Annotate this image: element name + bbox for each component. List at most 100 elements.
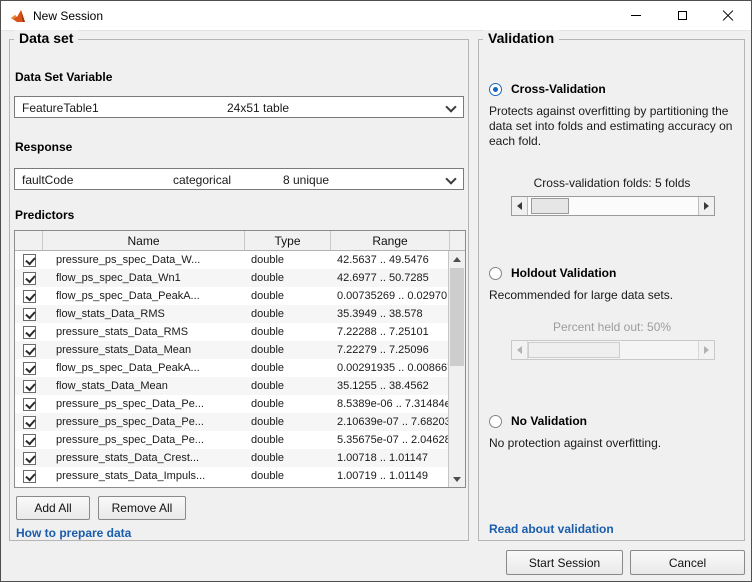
table-row[interactable]: flow_ps_spec_Data_Wn1 double 42.6977 .. … xyxy=(15,269,450,287)
predictor-name: pressure_stats_Data_Crest... xyxy=(43,452,245,464)
predictor-type: double xyxy=(245,326,331,338)
predictor-name: flow_ps_spec_Data_Wn1 xyxy=(43,272,245,284)
scroll-down-button[interactable] xyxy=(449,471,465,487)
table-row[interactable]: pressure_stats_Data_RMS double 7.22288 .… xyxy=(15,323,450,341)
holdout-validation-label: Holdout Validation xyxy=(511,266,616,280)
maximize-button[interactable] xyxy=(659,1,705,30)
table-row[interactable]: pressure_stats_Data_Crest... double 1.00… xyxy=(15,449,450,467)
table-row[interactable]: pressure_stats_Data_Impuls... double 1.0… xyxy=(15,467,450,485)
table-scrollbar[interactable] xyxy=(448,251,465,487)
slider-right-arrow-button[interactable] xyxy=(698,197,714,215)
predictor-range: 1.00718 .. 1.01147 xyxy=(331,452,450,464)
dataset-panel: Data set Data Set Variable FeatureTable1… xyxy=(9,39,469,541)
predictor-type: double xyxy=(245,398,331,410)
table-row[interactable]: flow_ps_spec_Data_PeakA... double 0.0073… xyxy=(15,287,450,305)
predictor-name: pressure_ps_spec_Data_Pe... xyxy=(43,398,245,410)
response-label: Response xyxy=(15,140,72,154)
matlab-icon xyxy=(10,8,26,24)
predictor-name: flow_stats_Data_Mean xyxy=(43,380,245,392)
table-row[interactable]: flow_ps_spec_Data_PeakA... double 0.0029… xyxy=(15,359,450,377)
how-to-prepare-data-link[interactable]: How to prepare data xyxy=(16,526,131,540)
arrow-up-icon xyxy=(453,257,461,262)
new-session-dialog: New Session Data set Data Set Variable F… xyxy=(0,0,752,582)
column-header-name[interactable]: Name xyxy=(43,231,245,250)
predictor-type: double xyxy=(245,254,331,266)
predictor-name: pressure_ps_spec_Data_W... xyxy=(43,254,245,266)
table-row[interactable]: flow_stats_Data_RMS double 35.3949 .. 38… xyxy=(15,305,450,323)
cross-validation-radio[interactable]: Cross-Validation xyxy=(489,82,606,96)
titlebar: New Session xyxy=(1,1,751,31)
slider-left-arrow-button[interactable] xyxy=(512,197,528,215)
table-row[interactable]: pressure_stats_Data_Mean double 7.22279 … xyxy=(15,341,450,359)
predictor-checkbox[interactable] xyxy=(23,398,36,411)
predictor-checkbox[interactable] xyxy=(23,416,36,429)
remove-all-button[interactable]: Remove All xyxy=(98,496,186,520)
no-validation-radio[interactable]: No Validation xyxy=(489,414,587,428)
predictors-table: Name Type Range pressure_ps_spec_Data_W.… xyxy=(14,230,466,488)
arrow-right-icon xyxy=(704,202,709,210)
predictor-checkbox[interactable] xyxy=(23,434,36,447)
table-row[interactable]: pressure_ps_spec_Data_W... double 42.563… xyxy=(15,251,450,269)
predictor-range: 0.00735269 .. 0.0297018 xyxy=(331,290,450,302)
response-dropdown[interactable]: faultCode categorical 8 unique xyxy=(14,168,464,190)
folds-slider-thumb[interactable] xyxy=(531,198,569,214)
predictor-name: flow_stats_Data_RMS xyxy=(43,308,245,320)
predictor-checkbox[interactable] xyxy=(23,308,36,321)
chevron-down-icon xyxy=(446,103,455,112)
data-set-variable-value: FeatureTable1 xyxy=(22,101,99,115)
predictor-checkbox[interactable] xyxy=(23,254,36,267)
column-header-type[interactable]: Type xyxy=(245,231,331,250)
response-type: categorical xyxy=(173,173,231,187)
predictor-range: 42.5637 .. 49.5476 xyxy=(331,254,450,266)
scroll-up-button[interactable] xyxy=(449,251,465,267)
slider-right-arrow-button xyxy=(698,341,714,359)
minimize-button[interactable] xyxy=(613,1,659,30)
table-header: Name Type Range xyxy=(15,231,465,251)
close-icon xyxy=(722,10,734,22)
predictor-checkbox[interactable] xyxy=(23,272,36,285)
predictor-checkbox[interactable] xyxy=(23,470,36,483)
predictor-type: double xyxy=(245,452,331,464)
predictor-checkbox[interactable] xyxy=(23,380,36,393)
predictor-type: double xyxy=(245,434,331,446)
predictor-checkbox[interactable] xyxy=(23,290,36,303)
holdout-validation-description: Recommended for large data sets. xyxy=(489,288,739,303)
response-info: 8 unique xyxy=(283,173,329,187)
window-title: New Session xyxy=(33,9,103,23)
percent-slider xyxy=(511,340,715,360)
cancel-button[interactable]: Cancel xyxy=(630,550,745,575)
radio-unselected-icon xyxy=(489,267,502,280)
data-set-variable-dropdown[interactable]: FeatureTable1 24x51 table xyxy=(14,96,464,118)
table-row[interactable]: flow_stats_Data_Mean double 35.1255 .. 3… xyxy=(15,377,450,395)
predictor-type: double xyxy=(245,344,331,356)
add-all-button[interactable]: Add All xyxy=(16,496,90,520)
predictor-range: 42.6977 .. 50.7285 xyxy=(331,272,450,284)
column-header-checkbox[interactable] xyxy=(15,231,43,250)
predictor-range: 35.3949 .. 38.578 xyxy=(331,308,450,320)
table-row[interactable]: pressure_ps_spec_Data_Pe... double 2.106… xyxy=(15,413,450,431)
read-about-validation-link[interactable]: Read about validation xyxy=(489,522,614,536)
folds-slider[interactable] xyxy=(511,196,715,216)
predictor-name: pressure_stats_Data_Impuls... xyxy=(43,470,245,482)
predictor-checkbox[interactable] xyxy=(23,452,36,465)
predictor-checkbox[interactable] xyxy=(23,344,36,357)
minimize-icon xyxy=(631,15,641,16)
predictor-range: 2.10639e-07 .. 7.68203e-07 xyxy=(331,416,450,428)
holdout-validation-radio[interactable]: Holdout Validation xyxy=(489,266,616,280)
dataset-panel-title: Data set xyxy=(14,30,78,46)
predictor-name: flow_ps_spec_Data_PeakA... xyxy=(43,362,245,374)
start-session-button[interactable]: Start Session xyxy=(506,550,623,575)
predictors-label: Predictors xyxy=(15,208,74,222)
validation-panel: Validation Cross-Validation Protects aga… xyxy=(478,39,745,541)
scrollbar-thumb[interactable] xyxy=(450,268,464,366)
table-row[interactable]: pressure_ps_spec_Data_Pe... double 5.356… xyxy=(15,431,450,449)
predictor-checkbox[interactable] xyxy=(23,362,36,375)
predictor-name: pressure_stats_Data_RMS xyxy=(43,326,245,338)
table-row[interactable]: pressure_ps_spec_Data_Pe... double 8.538… xyxy=(15,395,450,413)
response-value: faultCode xyxy=(22,173,73,187)
predictor-checkbox[interactable] xyxy=(23,326,36,339)
column-header-range[interactable]: Range xyxy=(331,231,450,250)
table-body: pressure_ps_spec_Data_W... double 42.563… xyxy=(15,251,450,487)
predictor-range: 0.00291935 .. 0.00866796 xyxy=(331,362,450,374)
close-button[interactable] xyxy=(705,1,751,30)
